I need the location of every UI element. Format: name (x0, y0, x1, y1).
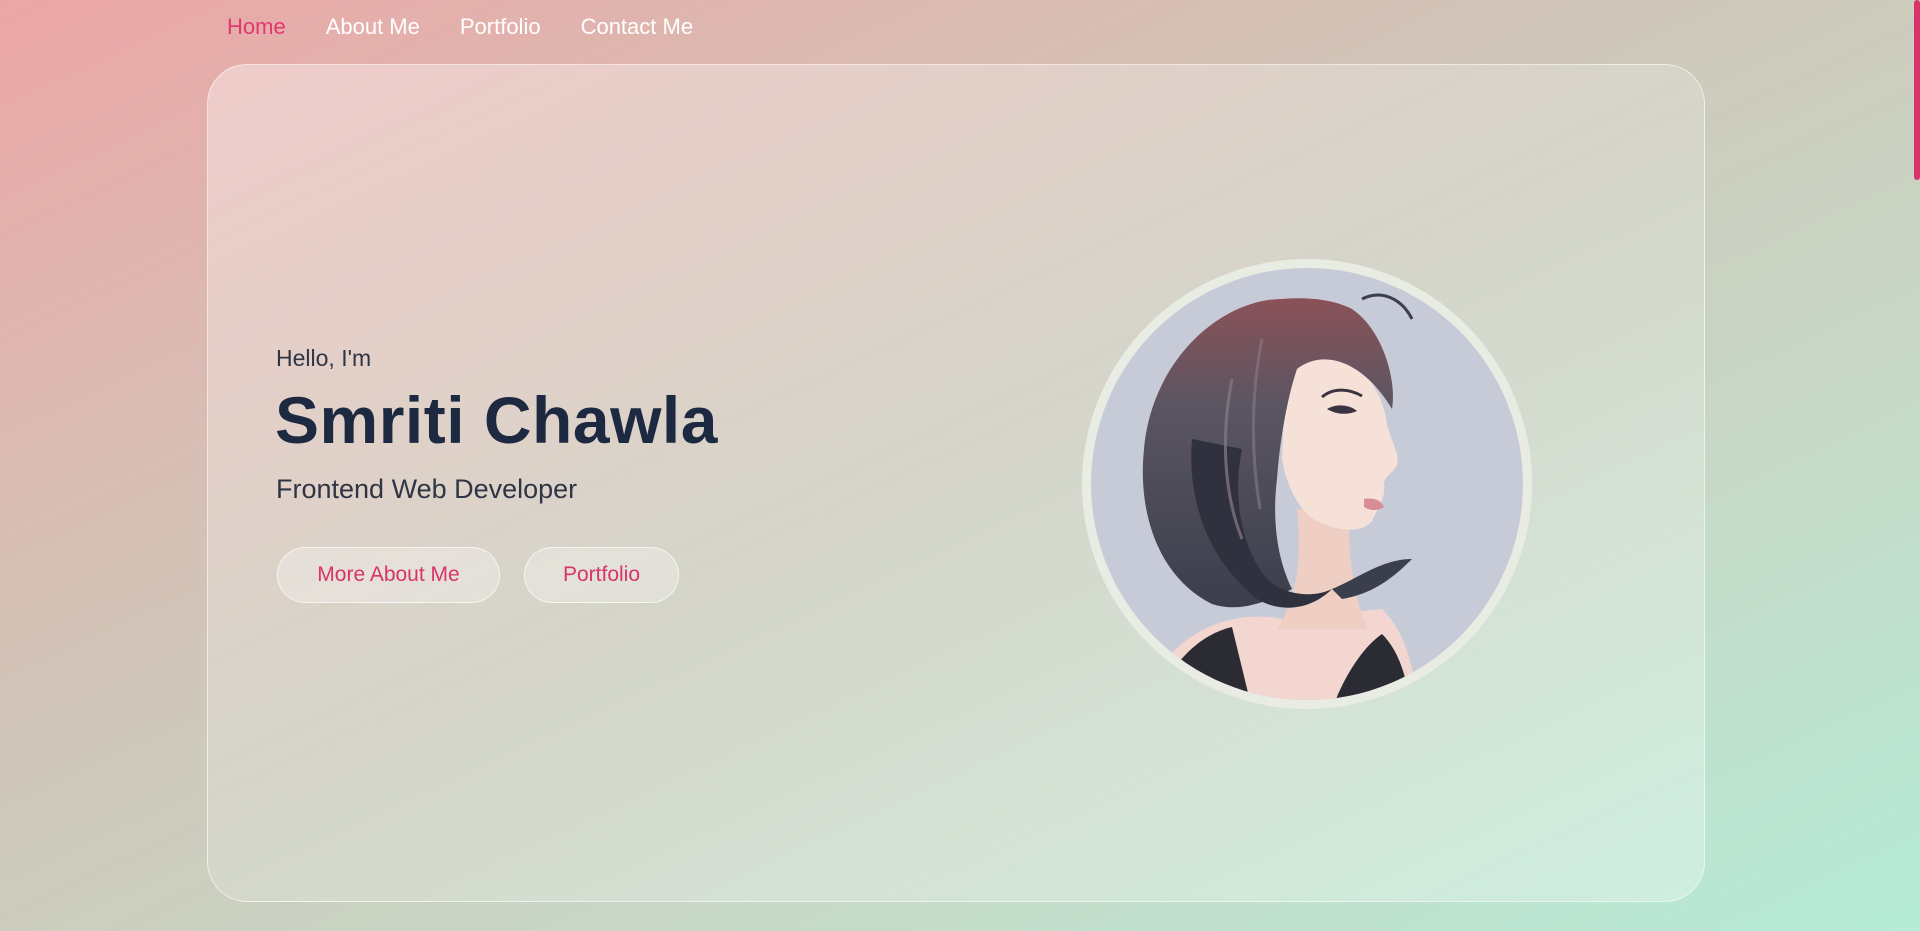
portfolio-button[interactable]: Portfolio (524, 547, 679, 603)
top-nav: Home About Me Portfolio Contact Me (227, 14, 693, 40)
nav-contact-link[interactable]: Contact Me (581, 14, 694, 40)
more-about-me-button[interactable]: More About Me (277, 547, 500, 603)
hero-greeting: Hello, I'm (276, 345, 372, 371)
nav-portfolio-link[interactable]: Portfolio (460, 14, 541, 40)
nav-home-link[interactable]: Home (227, 14, 286, 40)
profile-avatar (1082, 259, 1532, 709)
hero-name: Smriti Chawla (275, 383, 718, 457)
profile-illustration-icon (1082, 259, 1532, 709)
scrollbar-thumb[interactable] (1914, 0, 1920, 180)
hero-role: Frontend Web Developer (276, 474, 578, 504)
nav-about-link[interactable]: About Me (326, 14, 420, 40)
